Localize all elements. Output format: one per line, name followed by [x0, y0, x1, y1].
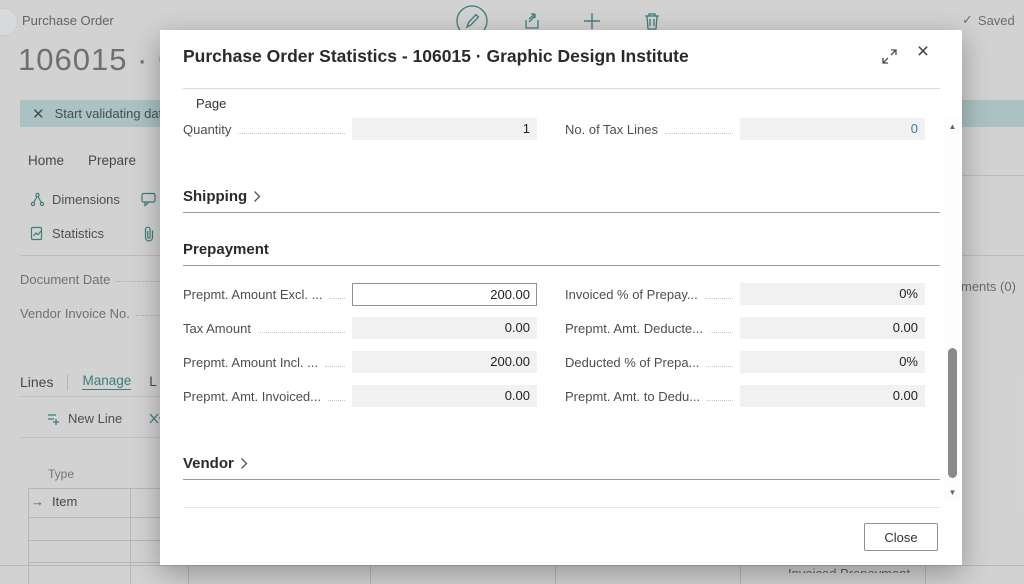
- field-label: Prepmt. Amt. Invoiced...: [183, 389, 321, 404]
- divider: [183, 507, 940, 508]
- section-header-prepayment[interactable]: Prepayment: [183, 241, 940, 266]
- dialog-scrollbar[interactable]: ▲ ▼: [944, 118, 961, 502]
- scroll-down-icon[interactable]: ▼: [944, 488, 961, 497]
- scroll-up-icon[interactable]: ▲: [944, 122, 961, 131]
- dotted-leader: [710, 332, 733, 333]
- field-prepmt-amount-excl: Prepmt. Amount Excl. ...: [183, 283, 537, 305]
- field-prepmt-amt-invoiced: Prepmt. Amt. Invoiced... 0.00: [183, 385, 537, 407]
- field-quantity: Quantity 1: [183, 118, 537, 140]
- dotted-leader: [705, 298, 733, 299]
- field-value: 0%: [740, 283, 925, 305]
- field-invoiced-pct: Invoiced % of Prepay... 0%: [565, 283, 925, 305]
- field-label: Prepmt. Amount Incl. ...: [183, 355, 318, 370]
- field-label: Deducted % of Prepa...: [565, 355, 699, 370]
- field-value: 200.00: [352, 351, 537, 373]
- field-value: 0%: [740, 351, 925, 373]
- prepmt-amount-excl-input[interactable]: [352, 283, 537, 306]
- field-label: Invoiced % of Prepay...: [565, 287, 698, 302]
- scrollbar-thumb[interactable]: [948, 348, 957, 478]
- field-tax-lines: No. of Tax Lines 0: [565, 118, 925, 140]
- vendor-title: Vendor: [183, 455, 234, 472]
- field-value: 0.00: [740, 317, 925, 339]
- dotted-leader: [707, 400, 733, 401]
- dialog-title: Purchase Order Statistics - 106015 · Gra…: [183, 46, 689, 67]
- divider: [183, 88, 940, 89]
- dotted-leader: [706, 366, 733, 367]
- field-label: Tax Amount: [183, 321, 251, 336]
- dotted-leader: [325, 366, 345, 367]
- chevron-right-icon: [240, 457, 249, 470]
- dialog-menu-page[interactable]: Page: [196, 96, 226, 111]
- field-tax-amount: Tax Amount 0.00: [183, 317, 537, 339]
- field-label: Prepmt. Amt. Deducte...: [565, 321, 703, 336]
- section-header-vendor[interactable]: Vendor: [183, 455, 940, 480]
- close-button[interactable]: Close: [864, 523, 938, 551]
- field-value: 0.00: [352, 317, 537, 339]
- field-prepmt-amount-incl: Prepmt. Amount Incl. ... 200.00: [183, 351, 537, 373]
- field-prepmt-amt-deducted: Prepmt. Amt. Deducte... 0.00: [565, 317, 925, 339]
- quantity-label: Quantity: [183, 122, 231, 137]
- section-header-shipping[interactable]: Shipping: [183, 188, 940, 213]
- chevron-right-icon: [253, 190, 262, 203]
- close-dialog-icon[interactable]: ×: [910, 39, 936, 65]
- tax-lines-label: No. of Tax Lines: [565, 122, 658, 137]
- dotted-leader: [328, 400, 345, 401]
- field-label: Prepmt. Amount Excl. ...: [183, 287, 322, 302]
- expand-dialog-icon[interactable]: [878, 45, 900, 67]
- field-value: 0.00: [740, 385, 925, 407]
- field-label: Prepmt. Amt. to Dedu...: [565, 389, 700, 404]
- dotted-leader: [238, 133, 345, 134]
- field-prepmt-amt-to-deduct: Prepmt. Amt. to Dedu... 0.00: [565, 385, 925, 407]
- purchase-order-statistics-dialog: Purchase Order Statistics - 106015 · Gra…: [160, 30, 962, 565]
- field-deducted-pct: Deducted % of Prepa... 0%: [565, 351, 925, 373]
- dotted-leader: [329, 298, 345, 299]
- shipping-title: Shipping: [183, 188, 247, 205]
- tax-lines-value-link[interactable]: 0: [740, 118, 925, 140]
- prepayment-title: Prepayment: [183, 241, 269, 258]
- quantity-value: 1: [352, 118, 537, 140]
- dotted-leader: [258, 332, 345, 333]
- field-value: 0.00: [352, 385, 537, 407]
- dotted-leader: [665, 133, 733, 134]
